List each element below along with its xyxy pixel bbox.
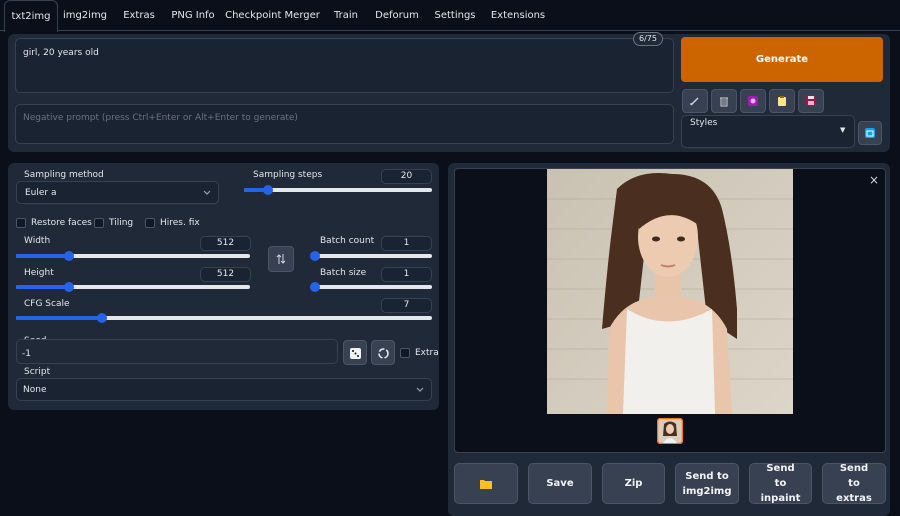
generated-image[interactable] xyxy=(547,169,793,414)
save-icon[interactable] xyxy=(798,89,824,113)
cfg-scale-input[interactable]: 7 xyxy=(381,298,432,313)
sampling-method-label: Sampling method xyxy=(24,170,104,180)
batch-count-label: Batch count xyxy=(320,236,375,246)
tab-extensions[interactable]: Extensions xyxy=(487,0,549,31)
seed-value: -1 xyxy=(22,349,31,359)
chevron-down-icon xyxy=(416,387,424,392)
tab-png-info[interactable]: PNG Info xyxy=(168,0,218,31)
styles-label: Styles xyxy=(690,118,718,128)
token-counter: 6/75 xyxy=(633,32,663,46)
sampling-steps-slider[interactable] xyxy=(244,185,432,195)
dice-icon xyxy=(349,348,361,359)
cfg-scale-slider[interactable] xyxy=(16,313,432,323)
width-slider[interactable] xyxy=(16,251,250,261)
generate-button[interactable]: Generate xyxy=(681,37,883,82)
tab-img2img[interactable]: img2img xyxy=(60,0,110,31)
image-icon[interactable] xyxy=(740,89,766,113)
apply-style-button[interactable] xyxy=(858,121,882,145)
prompt-textarea[interactable]: girl, 20 years old xyxy=(15,38,674,93)
sampling-steps-input[interactable]: 20 xyxy=(381,169,432,184)
tab-checkpoint-merger[interactable]: Checkpoint Merger xyxy=(225,0,320,31)
extra-seed-checkbox[interactable] xyxy=(400,348,410,358)
close-icon[interactable]: × xyxy=(869,173,879,187)
image-thumbnail[interactable] xyxy=(657,418,683,444)
apply-style-icon xyxy=(865,128,875,138)
chevron-down-icon: ▼ xyxy=(840,126,846,134)
prompt-text: girl, 20 years old xyxy=(23,48,99,58)
sampling-method-value: Euler a xyxy=(25,188,57,198)
open-folder-button[interactable] xyxy=(454,463,518,504)
tiling-checkbox[interactable] xyxy=(94,218,104,228)
extra-seed-label: Extra xyxy=(415,348,439,358)
swap-arrows-icon xyxy=(276,254,286,264)
tab-extras[interactable]: Extras xyxy=(117,0,161,31)
send-to-img2img-button[interactable]: Send to img2img xyxy=(675,463,739,504)
height-label: Height xyxy=(24,268,54,278)
tab-txt2img[interactable]: txt2img xyxy=(4,0,58,32)
batch-size-label: Batch size xyxy=(320,268,367,278)
trash-icon[interactable] xyxy=(711,89,737,113)
tiling-label: Tiling xyxy=(109,218,134,228)
batch-size-slider[interactable] xyxy=(310,282,432,292)
zip-button[interactable]: Zip xyxy=(602,463,665,504)
width-label: Width xyxy=(24,236,51,246)
negative-prompt-textarea[interactable]: Negative prompt (press Ctrl+Enter or Alt… xyxy=(15,104,674,144)
restore-faces-checkbox[interactable] xyxy=(16,218,26,228)
batch-size-input[interactable]: 1 xyxy=(381,267,432,282)
send-to-extras-button[interactable]: Send to extras xyxy=(822,463,886,504)
hires-fix-label: Hires. fix xyxy=(160,218,200,228)
clipboard-icon[interactable] xyxy=(769,89,795,113)
styles-dropdown[interactable]: Styles ▼ xyxy=(681,115,855,148)
script-label: Script xyxy=(24,367,51,377)
sampling-method-dropdown[interactable]: Euler a xyxy=(16,181,219,204)
chevron-down-icon xyxy=(203,190,211,195)
recycle-icon xyxy=(377,348,389,359)
height-slider[interactable] xyxy=(16,282,250,292)
batch-count-slider[interactable] xyxy=(310,251,432,261)
sampling-steps-label: Sampling steps xyxy=(253,170,323,180)
height-input[interactable]: 512 xyxy=(200,267,251,282)
tab-train[interactable]: Train xyxy=(327,0,365,31)
width-input[interactable]: 512 xyxy=(200,236,251,251)
folder-icon xyxy=(480,479,492,489)
seed-input[interactable]: -1 xyxy=(16,339,338,364)
negative-prompt-placeholder: Negative prompt (press Ctrl+Enter or Alt… xyxy=(23,113,298,123)
random-seed-button[interactable] xyxy=(343,340,367,365)
hires-fix-checkbox[interactable] xyxy=(145,218,155,228)
restore-faces-label: Restore faces xyxy=(31,218,92,228)
pencil-icon[interactable] xyxy=(682,89,708,113)
save-image-button[interactable]: Save xyxy=(528,463,592,504)
send-to-inpaint-button[interactable]: Send to inpaint xyxy=(749,463,812,504)
tab-deforum[interactable]: Deforum xyxy=(372,0,422,31)
tab-settings[interactable]: Settings xyxy=(430,0,480,31)
swap-dimensions-button[interactable] xyxy=(268,246,294,272)
script-value: None xyxy=(23,385,47,395)
reuse-seed-button[interactable] xyxy=(371,340,395,365)
batch-count-input[interactable]: 1 xyxy=(381,236,432,251)
script-dropdown[interactable]: None xyxy=(16,378,432,401)
tab-bar: txt2img img2img Extras PNG Info Checkpoi… xyxy=(0,0,900,32)
cfg-scale-label: CFG Scale xyxy=(24,299,70,309)
